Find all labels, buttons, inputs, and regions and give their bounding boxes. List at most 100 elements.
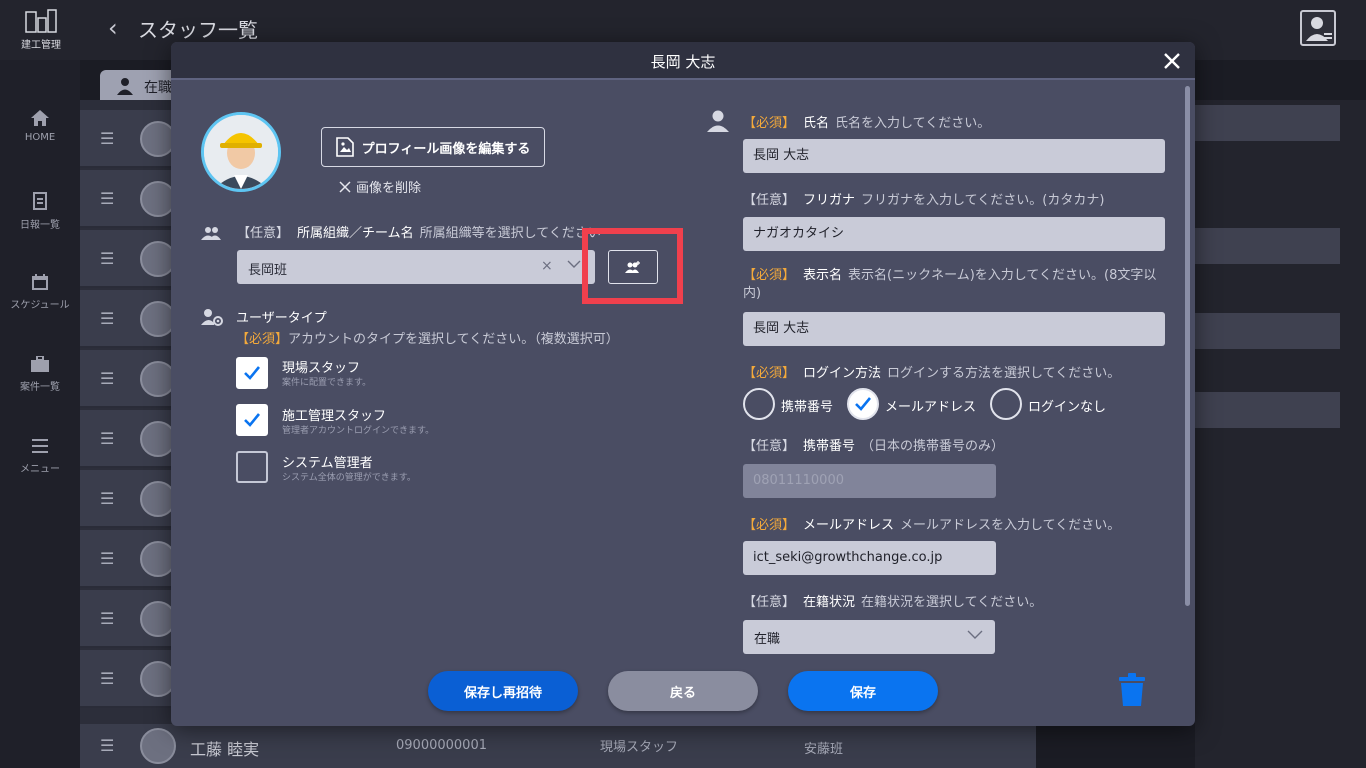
- login-none-label: ログインなし: [1028, 400, 1107, 415]
- nav-item-projects[interactable]: 案件一覧: [0, 356, 80, 393]
- drag-handle-icon[interactable]: ☰: [100, 189, 114, 208]
- employment-status-select[interactable]: 在職: [743, 620, 995, 654]
- profile-photo: [201, 112, 281, 192]
- user-avatar-button[interactable]: [1300, 10, 1336, 46]
- email-input[interactable]: ict_seki@growthchange.co.jp: [743, 541, 996, 575]
- image-file-icon: [335, 137, 354, 157]
- nav-item-daily-reports[interactable]: 日報一覧: [0, 192, 80, 231]
- drag-handle-icon[interactable]: ☰: [100, 249, 114, 268]
- page-title: スタッフ一覧: [138, 18, 258, 42]
- edit-profile-photo-button[interactable]: プロフィール画像を編集する: [321, 127, 545, 167]
- site-staff-label: 現場スタッフ: [282, 361, 361, 376]
- user-type-hint-row: 【必須】アカウントのタイプを選択してください。（複数選択可）: [236, 328, 619, 347]
- drag-handle-icon[interactable]: ☰: [100, 669, 114, 688]
- back-button[interactable]: 戻る: [608, 671, 758, 711]
- optional-tag: 【任意】: [743, 595, 796, 610]
- person-icon: [707, 110, 729, 132]
- display-name-label: 【必須】 表示名 表示名(ニックネーム)を入力してください。(8文字以内): [743, 267, 1167, 303]
- checkbox-site-staff[interactable]: [236, 357, 268, 389]
- login-mobile-label: 携帯番号: [781, 400, 834, 415]
- status-field-name: 在籍状況: [803, 595, 856, 610]
- optional-tag: 【任意】: [743, 193, 796, 208]
- display-name-input[interactable]: 長岡 大志: [743, 312, 1165, 346]
- modal-header: 長岡 大志: [171, 42, 1195, 80]
- team-field-hint: 所属組織等を選択してください: [419, 226, 601, 241]
- x-icon: [339, 180, 351, 193]
- delete-photo-link[interactable]: 画像を削除: [339, 177, 421, 196]
- group-add-icon: [625, 261, 640, 273]
- filter-select[interactable]: [1195, 228, 1340, 264]
- save-and-reinvite-button[interactable]: 保存し再招待: [428, 671, 578, 711]
- drag-handle-icon[interactable]: ☰: [100, 129, 114, 148]
- furigana-field-name: フリガナ: [803, 193, 856, 208]
- drag-handle-icon[interactable]: ☰: [100, 489, 114, 508]
- filter-select[interactable]: [1195, 392, 1340, 428]
- required-tag: 【必須】: [743, 366, 796, 381]
- drag-handle-icon[interactable]: ☰: [100, 369, 114, 388]
- staff-type: 現場スタッフ: [600, 740, 679, 755]
- modal-scrollbar[interactable]: [1185, 86, 1190, 606]
- email-hint: メールアドレスを入力してください。: [900, 518, 1121, 533]
- nav-label: スケジュール: [10, 300, 70, 311]
- checkmark-icon: [244, 413, 261, 427]
- table-row[interactable]: ☰ 工藤 睦実 09000000001 現場スタッフ 安藤班: [80, 724, 1036, 768]
- user-type-hint: アカウントのタイプを選択してください。（複数選択可）: [288, 332, 619, 347]
- chevron-down-icon[interactable]: [567, 260, 581, 268]
- radio-login-mobile[interactable]: [743, 388, 775, 420]
- user-settings-icon: [201, 309, 223, 326]
- close-button[interactable]: [1161, 50, 1183, 72]
- login-method-label: 【必須】 ログイン方法 ログインする方法を選択してください。: [743, 362, 1120, 381]
- construction-manager-description: 管理者アカウントログインできます。: [282, 426, 435, 436]
- mobile-label: 【任意】 携帯番号 （日本の携帯番号のみ）: [743, 435, 1004, 454]
- staff-edit-modal: 長岡 大志 プロフィール画像を編集する 画像を削除 【任意】 所属組織／チーム名所…: [171, 42, 1195, 726]
- team-select-value: 長岡班: [248, 263, 288, 278]
- checkbox-construction-manager[interactable]: [236, 404, 268, 436]
- clear-selection-icon[interactable]: ×: [541, 258, 553, 274]
- team-field-label: 【任意】 所属組織／チーム名 所属組織等を選択してください: [237, 222, 601, 241]
- drag-handle-icon[interactable]: ☰: [100, 429, 114, 448]
- logo-text: 建工管理: [21, 40, 61, 51]
- filter-search-input[interactable]: [1195, 105, 1340, 141]
- team-select[interactable]: 長岡班 ×: [237, 250, 595, 284]
- filter-select[interactable]: [1195, 313, 1340, 349]
- drag-handle-icon[interactable]: ☰: [100, 309, 114, 328]
- optional-tag: 【任意】: [743, 439, 796, 454]
- save-button[interactable]: 保存: [788, 671, 938, 711]
- close-icon: [1164, 53, 1180, 69]
- nav-item-menu[interactable]: メニュー: [0, 438, 80, 475]
- status-label: 【任意】 在籍状況 在籍状況を選択してください。: [743, 591, 1042, 610]
- drag-handle-icon[interactable]: ☰: [100, 736, 114, 755]
- drag-handle-icon[interactable]: ☰: [100, 609, 114, 628]
- full-name-label: 【必須】 氏名 氏名を入力してください。: [743, 112, 990, 131]
- side-navigation: HOME 日報一覧 スケジュール 案件一覧 メニュー: [0, 60, 80, 768]
- nav-item-schedule[interactable]: スケジュール: [0, 274, 80, 311]
- mobile-hint: （日本の携帯番号のみ）: [861, 439, 1005, 454]
- radio-login-none[interactable]: [990, 388, 1022, 420]
- avatar: [140, 728, 176, 764]
- back-chevron-icon[interactable]: ‹: [108, 14, 118, 42]
- add-team-member-button[interactable]: [608, 250, 658, 284]
- radio-login-email[interactable]: [847, 388, 879, 420]
- checkbox-system-admin[interactable]: [236, 451, 268, 483]
- login-method-hint: ログインする方法を選択してください。: [887, 366, 1121, 381]
- drag-handle-icon[interactable]: ☰: [100, 549, 114, 568]
- required-tag: 【必須】: [743, 116, 796, 131]
- display-name-field-name: 表示名: [803, 268, 843, 283]
- email-label: 【必須】 メールアドレス メールアドレスを入力してください。: [743, 514, 1120, 533]
- required-tag: 【必須】: [236, 332, 289, 347]
- filter-panel: [1195, 100, 1366, 768]
- calendar-icon: [32, 274, 48, 290]
- nav-item-home[interactable]: HOME: [0, 110, 80, 143]
- edit-photo-label: プロフィール画像を編集する: [361, 141, 531, 157]
- furigana-input[interactable]: ナガオカタイシ: [743, 217, 1165, 251]
- full-name-field-name: 氏名: [803, 116, 830, 131]
- document-icon: [33, 192, 47, 210]
- app-logo[interactable]: 建工管理: [14, 8, 68, 51]
- status-select-value: 在職: [754, 632, 781, 647]
- person-icon: [117, 78, 133, 95]
- full-name-input[interactable]: 長岡 大志: [743, 139, 1165, 173]
- staff-team: 安藤班: [804, 742, 844, 757]
- trash-icon[interactable]: [1117, 673, 1147, 707]
- delete-photo-label: 画像を削除: [356, 181, 422, 196]
- required-tag: 【必須】: [743, 518, 796, 533]
